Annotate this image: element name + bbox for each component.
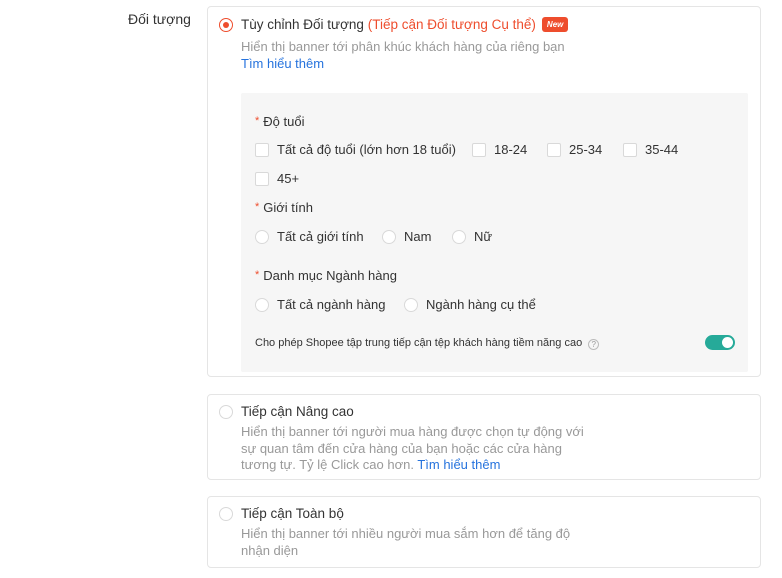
full-reach-description: Hiển thị banner tới nhiều người mua sắm … [241, 526, 570, 559]
custom-audience-title: Tùy chỉnh Đối tượng (Tiếp cận Đối tượng … [241, 17, 569, 32]
age-field-label: * Độ tuổi [255, 114, 304, 129]
custom-audience-title-accent: (Tiếp cận Đối tượng Cụ thể) [367, 17, 536, 32]
required-mark: * [255, 201, 260, 213]
custom-audience-description: Hiển thị banner tới phân khúc khách hàng… [241, 39, 565, 72]
custom-audience-radio[interactable] [219, 18, 233, 32]
age-45-plus-label: 45+ [277, 171, 300, 186]
gender-female-radio[interactable] [452, 230, 466, 244]
advanced-reach-desc-line: Hiển thị banner tới người mua hàng được … [241, 424, 584, 439]
advanced-reach-card: Tiếp cận Nâng cao Hiển thị banner tới ng… [207, 394, 761, 480]
new-badge: New [541, 17, 569, 32]
custom-audience-learn-more-link[interactable]: Tìm hiểu thêm [241, 56, 565, 73]
targeting-panel: * Độ tuổi Tất cả độ tuổi (lớn hơn 18 tuổi… [241, 93, 748, 372]
full-reach-card: Tiếp cận Toàn bộ Hiển thị banner tới nhi… [207, 496, 761, 568]
age-45-plus-checkbox[interactable] [255, 172, 269, 186]
advanced-reach-title: Tiếp cận Nâng cao [241, 404, 354, 419]
advanced-reach-radio[interactable] [219, 405, 233, 419]
category-specific-radio[interactable] [404, 298, 418, 312]
advanced-reach-desc-line: sự quan tâm đến cửa hàng của bạn hoặc cá… [241, 440, 562, 456]
advanced-reach-description: Hiển thị banner tới người mua hàng được … [241, 424, 584, 474]
category-label-text: Danh mục Ngành hàng [263, 268, 397, 283]
age-label-text: Độ tuổi [263, 114, 305, 129]
gender-male-radio[interactable] [382, 230, 396, 244]
gender-all-label: Tất cả giới tính [277, 229, 364, 244]
category-all-label: Tất cả ngành hàng [277, 297, 386, 312]
high-potential-targeting-label: Cho phép Shopee tập trung tiếp cận tệp k… [255, 337, 583, 349]
age-35-44-checkbox[interactable] [623, 143, 637, 157]
high-potential-targeting-text: Cho phép Shopee tập trung tiếp cận tệp k… [255, 337, 600, 350]
advanced-reach-learn-more-link[interactable]: Tìm hiểu thêm [417, 457, 500, 472]
category-field-label: * Danh mục Ngành hàng [255, 268, 397, 283]
custom-audience-desc-text: Hiển thị banner tới phân khúc khách hàng… [241, 39, 565, 54]
full-reach-title: Tiếp cận Toàn bộ [241, 506, 344, 521]
high-potential-targeting-toggle[interactable] [705, 335, 735, 350]
age-25-34-checkbox[interactable] [547, 143, 561, 157]
audience-section-label: Đối tượng [128, 11, 191, 27]
question-circle-icon[interactable]: ? [588, 339, 600, 350]
category-all-radio[interactable] [255, 298, 269, 312]
custom-audience-title-text: Tùy chỉnh Đối tượng [241, 17, 368, 32]
required-mark: * [255, 115, 260, 127]
age-35-44-label: 35-44 [645, 142, 679, 157]
age-all-checkbox[interactable] [255, 143, 269, 157]
gender-label-text: Giới tính [263, 200, 313, 215]
full-reach-radio[interactable] [219, 507, 233, 521]
age-18-24-checkbox[interactable] [472, 143, 486, 157]
required-mark: * [255, 269, 260, 281]
gender-female-label: Nữ [474, 229, 493, 244]
age-all-label: Tất cả độ tuổi (lớn hơn 18 tuổi) [277, 142, 456, 157]
full-reach-desc-line: nhận diện [241, 542, 299, 558]
gender-field-label: * Giới tính [255, 200, 313, 215]
advanced-reach-desc-line: tương tự. Tỷ lệ Click cao hơn. [241, 457, 418, 472]
full-reach-desc-line: Hiển thị banner tới nhiều người mua sắm … [241, 526, 571, 541]
age-25-34-label: 25-34 [569, 142, 603, 157]
custom-audience-card: Tùy chỉnh Đối tượng (Tiếp cận Đối tượng … [207, 6, 761, 377]
category-specific-label: Ngành hàng cụ thể [426, 297, 536, 312]
gender-all-radio[interactable] [255, 230, 269, 244]
age-18-24-label: 18-24 [494, 142, 528, 157]
gender-male-label: Nam [404, 229, 432, 244]
